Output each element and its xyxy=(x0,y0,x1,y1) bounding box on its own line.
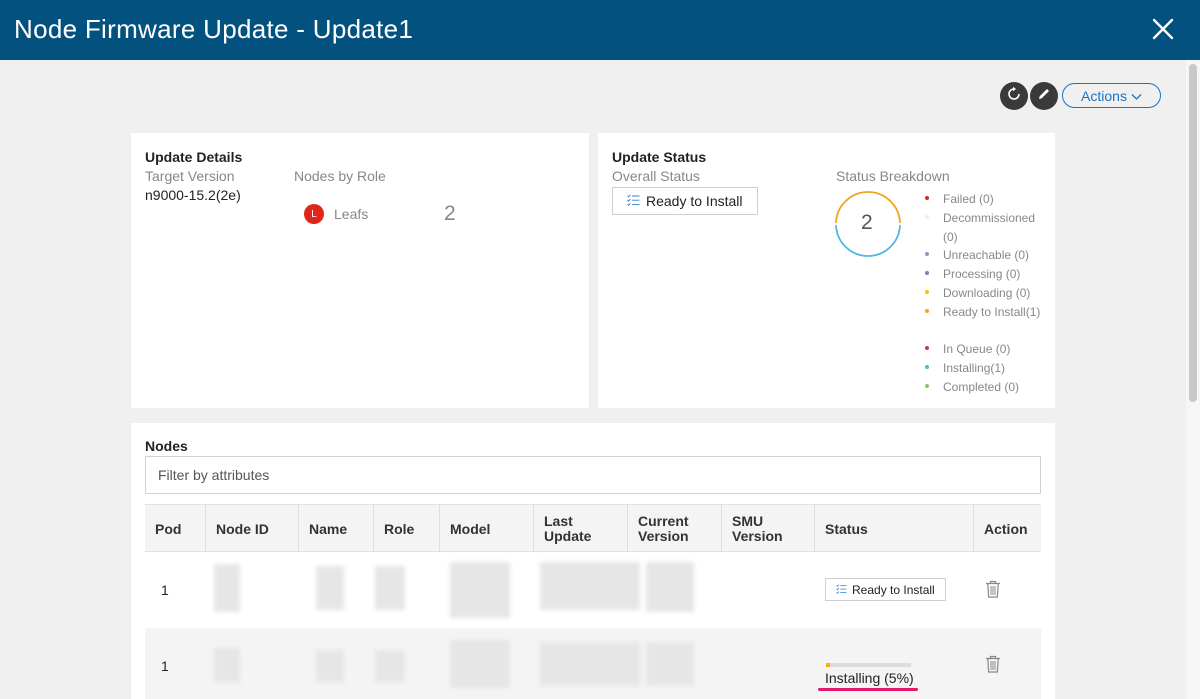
close-icon[interactable] xyxy=(1150,16,1176,42)
role-count: 2 xyxy=(444,202,456,225)
redacted-model xyxy=(450,562,510,618)
modal-header: Node Firmware Update - Update1 xyxy=(0,0,1200,60)
row-status-text: Ready to Install xyxy=(852,582,935,597)
chevron-down-icon xyxy=(1131,88,1142,104)
checklist-icon xyxy=(627,193,640,209)
redacted-name xyxy=(316,650,344,682)
legend-dot xyxy=(925,365,929,369)
redacted-role xyxy=(375,566,405,610)
pencil-icon xyxy=(1036,86,1052,107)
delete-icon[interactable] xyxy=(985,655,1001,678)
redacted-current-version xyxy=(646,562,694,612)
vertical-scrollbar[interactable] xyxy=(1186,60,1200,699)
legend-label: Processing (0) xyxy=(943,267,1021,281)
column-header-name[interactable]: Name xyxy=(299,505,374,553)
refresh-button[interactable] xyxy=(1000,82,1028,110)
target-version-value: n9000-15.2(2e) xyxy=(145,187,241,203)
target-version-label: Target Version xyxy=(145,168,235,184)
legend-dot xyxy=(925,215,929,219)
update-status-title: Update Status xyxy=(612,149,707,165)
redacted-current-version xyxy=(646,642,694,686)
redacted-model xyxy=(450,640,510,688)
column-header-node-id[interactable]: Node ID xyxy=(206,505,299,553)
legend-label: Completed (0) xyxy=(943,380,1020,394)
overall-status-badge: Ready to Install xyxy=(612,187,758,215)
column-header-action[interactable]: Action xyxy=(974,505,1041,553)
legend-label: Installing(1) xyxy=(943,361,1006,375)
role-name: Leafs xyxy=(334,206,369,222)
column-header-pod[interactable]: Pod xyxy=(145,505,206,553)
pod-cell: 1 xyxy=(161,658,169,674)
legend-label: Downloading (0) xyxy=(943,286,1031,300)
legend-label: Decommissioned (0) xyxy=(943,211,1036,244)
pod-cell: 1 xyxy=(161,582,169,598)
install-progress-fill xyxy=(826,663,831,667)
column-header-status[interactable]: Status xyxy=(815,505,974,553)
row-status-text: Installing (5%) xyxy=(825,670,914,686)
checklist-icon xyxy=(836,583,847,597)
status-breakdown-label: Status Breakdown xyxy=(836,168,950,184)
legend-dot xyxy=(925,196,929,200)
legend-dot xyxy=(925,252,929,256)
legend-dot xyxy=(925,384,929,388)
highlight-underline xyxy=(818,688,918,691)
leaf-role-badge: L xyxy=(304,204,324,224)
column-header-last-update[interactable]: Last Update xyxy=(534,505,628,553)
column-header-smu-version[interactable]: SMU Version xyxy=(722,505,815,553)
redacted-node-id xyxy=(214,648,240,682)
delete-icon[interactable] xyxy=(985,580,1001,603)
row-status-badge: Ready to Install xyxy=(825,578,946,601)
install-progress-bar xyxy=(826,663,911,667)
legend-dot xyxy=(925,290,929,294)
column-header-current-version[interactable]: Current Version xyxy=(628,505,722,553)
actions-dropdown-button[interactable]: Actions xyxy=(1062,83,1161,108)
column-header-model[interactable]: Model xyxy=(440,505,534,553)
donut-total: 2 xyxy=(861,211,873,234)
redacted-role xyxy=(375,650,405,682)
overall-status-label: Overall Status xyxy=(612,168,700,184)
legend-label: Ready to Install(1) xyxy=(943,305,1041,319)
redacted-last-update xyxy=(540,642,640,686)
legend-dot xyxy=(925,346,929,350)
legend-dot xyxy=(925,271,929,275)
redacted-last-update xyxy=(540,562,640,610)
table-header: Pod Node ID Name Role Model Last Update … xyxy=(145,504,1041,553)
nodes-title: Nodes xyxy=(145,438,188,454)
smu-version-label: SMU Version xyxy=(732,513,783,544)
scrollbar-thumb[interactable] xyxy=(1189,64,1197,402)
nodes-by-role-label: Nodes by Role xyxy=(294,168,386,184)
overall-status-text: Ready to Install xyxy=(646,193,743,209)
filter-input[interactable]: Filter by attributes xyxy=(145,456,1041,494)
edit-button[interactable] xyxy=(1030,82,1058,110)
update-details-title: Update Details xyxy=(145,149,243,165)
modal-title: Node Firmware Update - Update1 xyxy=(14,14,414,44)
redacted-name xyxy=(316,566,344,610)
redacted-node-id xyxy=(214,564,240,612)
legend-label: Failed (0) xyxy=(943,192,994,206)
current-version-label: Current Version xyxy=(638,513,689,544)
legend-label: In Queue (0) xyxy=(943,342,1011,356)
last-update-label: Last Update xyxy=(544,513,592,544)
legend-dot xyxy=(925,309,929,313)
refresh-icon xyxy=(1006,86,1022,107)
legend-label: Unreachable (0) xyxy=(943,248,1030,262)
column-header-role[interactable]: Role xyxy=(374,505,440,553)
actions-label: Actions xyxy=(1081,87,1127,104)
